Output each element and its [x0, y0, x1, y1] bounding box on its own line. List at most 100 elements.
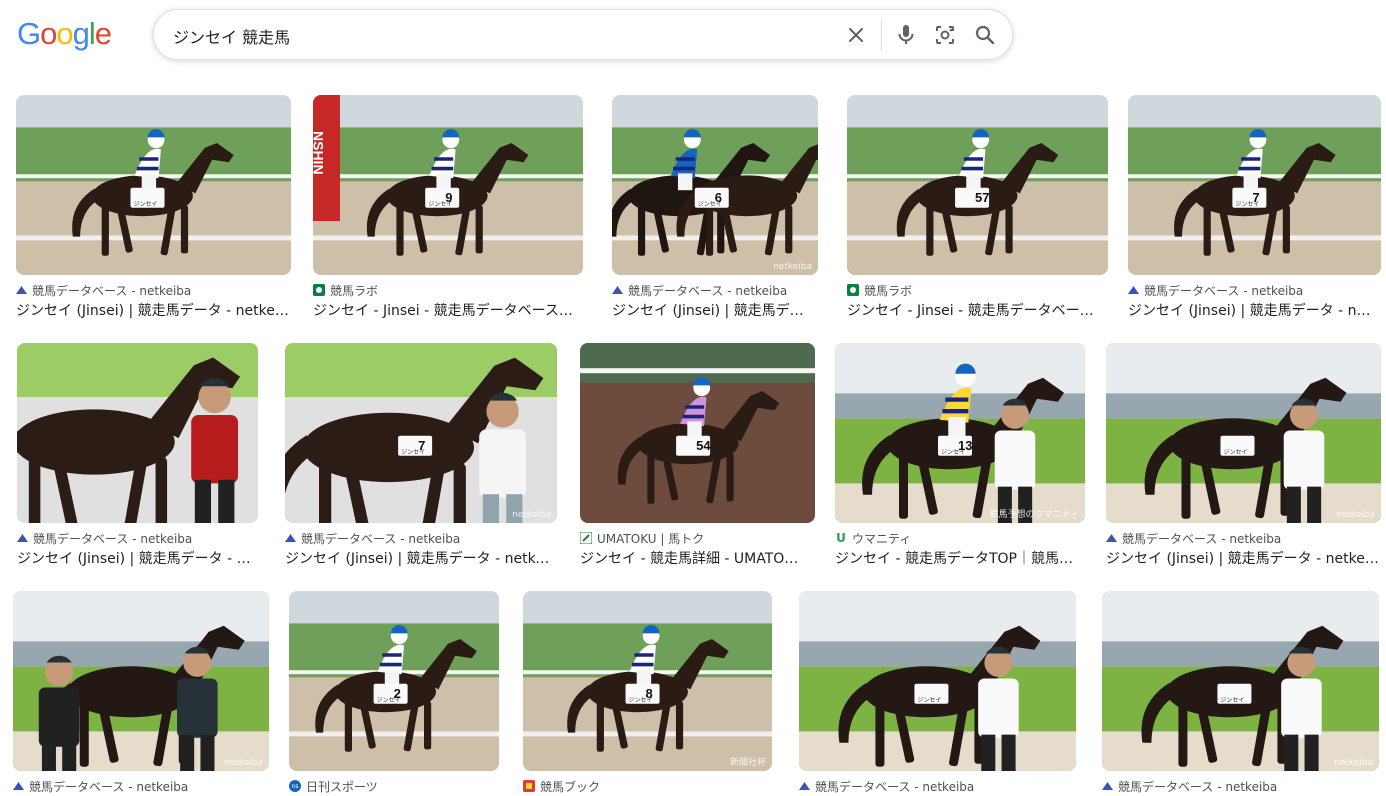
netkeiba-favicon-icon — [612, 286, 623, 294]
result-source-label: 競馬データベース - netkeiba — [29, 779, 189, 794]
thumbnail-image: 2ジンセイ — [289, 591, 499, 771]
thumbnail-image: ジンセイ netkeiba — [1102, 591, 1379, 771]
result-title[interactable]: ジンセイ - Jinsei - 競走馬データベー… — [847, 300, 1108, 320]
svg-text:ジンセイ: ジンセイ — [698, 201, 722, 208]
netkeiba-favicon-icon — [13, 782, 24, 790]
result-thumbnail[interactable]: netkeiba — [13, 591, 269, 771]
result-source[interactable]: ns 日刊スポーツ — [289, 778, 499, 794]
result-thumbnail[interactable]: ジンセイ — [799, 591, 1076, 771]
result-title[interactable]: ジンセイ - Jinsei - 競走馬データベース… — [313, 300, 583, 320]
result-thumbnail[interactable]: 9 ジンセイ NSHIN — [313, 95, 583, 275]
result-source[interactable]: 競馬ラボ — [847, 282, 1108, 298]
umatoku-favicon-icon — [580, 532, 592, 544]
svg-text:ジンセイ: ジンセイ — [377, 697, 401, 704]
result-title[interactable]: ジンセイ (Jinsei) | 競走馬データ - netke… — [285, 548, 557, 568]
result-thumbnail[interactable]: 8 ジンセイ 新聞社杯 — [523, 591, 772, 771]
thumbnail-image: ジンセイ netkeiba — [1106, 343, 1381, 523]
svg-text:ジンセイ: ジンセイ — [401, 449, 425, 456]
result-source-label: 競馬ラボ — [864, 283, 913, 298]
result-source[interactable]: 競馬データベース - netkeiba — [1106, 530, 1381, 546]
search-icon[interactable] — [972, 22, 998, 48]
svg-text:netkeiba: netkeiba — [224, 758, 263, 768]
result-title[interactable]: ジンセイ - 競走馬データTOP｜競馬… — [835, 548, 1085, 568]
nikkan-favicon-icon: ns — [289, 780, 301, 792]
close-icon[interactable] — [843, 22, 869, 48]
keibabook-favicon-icon — [523, 780, 535, 792]
result-thumbnail[interactable]: 6 ジンセイ netkeiba — [612, 95, 818, 275]
result-source-label: 競馬ブック — [540, 779, 601, 794]
microphone-icon[interactable] — [893, 22, 919, 48]
result-thumbnail[interactable]: ジンセイ — [16, 95, 291, 275]
svg-text:NSHIN: NSHIN — [313, 131, 326, 175]
result-source-label: 競馬データベース - netkeiba — [628, 283, 788, 298]
result-source-label: 日刊スポーツ — [306, 779, 378, 794]
result-thumbnail[interactable]: 7 ジンセイ netkeiba — [285, 343, 557, 523]
result-source-label: 競馬データベース - netkeiba — [815, 779, 975, 794]
result-source-label: 競馬ラボ — [330, 283, 379, 298]
google-logo[interactable]: Google — [17, 16, 112, 52]
svg-text:新聞社杯: 新聞社杯 — [730, 756, 766, 768]
thumbnail-image: 8ジンセイ新聞社杯 — [523, 591, 772, 771]
result-title[interactable]: ジンセイ (Jinsei) | 競走馬データ - n… — [1128, 300, 1381, 320]
result-source-label: ウマニティ — [852, 531, 912, 546]
netkeiba-favicon-icon — [16, 286, 27, 294]
result-title[interactable]: ジンセイ (Jinsei) | 競走馬データ - n… — [17, 548, 258, 568]
thumbnail-image: ジンセイ — [16, 95, 291, 275]
result-thumbnail[interactable]: 7 ジンセイ — [1128, 95, 1381, 275]
result-source-label: 競馬データベース - netkeiba — [33, 531, 193, 546]
logo-letter: o — [56, 16, 73, 51]
netkeiba-favicon-icon — [1102, 782, 1113, 790]
logo-letter: G — [17, 16, 41, 51]
result-thumbnail[interactable] — [17, 343, 258, 523]
netkeiba-favicon-icon — [17, 534, 28, 542]
result-thumbnail[interactable]: 54 — [580, 343, 815, 523]
svg-text:ジンセイ: ジンセイ — [1220, 697, 1244, 704]
result-source[interactable]: U ウマニティ — [835, 530, 1085, 546]
result-source[interactable]: 競馬データベース - netkeiba — [612, 282, 818, 298]
result-title[interactable]: ジンセイ (Jinsei) | 競走馬データ - netkei… — [16, 300, 291, 320]
svg-text:競馬予想のウマニティ: 競馬予想のウマニティ — [990, 508, 1079, 520]
umanity-favicon-icon: U — [836, 531, 846, 545]
svg-text:ジンセイ: ジンセイ — [428, 201, 452, 208]
result-source[interactable]: 競馬データベース - netkeiba — [13, 778, 269, 794]
logo-letter: g — [72, 16, 90, 51]
result-source[interactable]: 競馬データベース - netkeiba — [16, 282, 291, 298]
result-source[interactable]: 競馬ラボ — [313, 282, 583, 298]
thumbnail-image: 9ジンセイNSHIN — [313, 95, 583, 275]
result-source[interactable]: 競馬データベース - netkeiba — [799, 778, 1076, 794]
result-source[interactable]: 競馬データベース - netkeiba — [285, 530, 557, 546]
thumbnail-image: 13ジンセイ競馬予想のウマニティ — [835, 343, 1085, 523]
result-source[interactable]: UMATOKU | 馬トク — [580, 530, 815, 546]
result-source[interactable]: 競馬データベース - netkeiba — [17, 530, 258, 546]
svg-text:netkeiba: netkeiba — [1336, 510, 1375, 520]
thumbnail-image: 57 — [847, 95, 1108, 275]
result-source-label: 競馬データベース - netkeiba — [1118, 779, 1278, 794]
netkeiba-favicon-icon — [1128, 286, 1139, 294]
svg-text:netkeiba: netkeiba — [773, 262, 812, 272]
thumbnail-image: 6ジンセイnetkeiba — [612, 95, 818, 275]
result-source-label: 競馬データベース - netkeiba — [1144, 283, 1304, 298]
result-source[interactable]: 競馬ブック — [523, 778, 772, 794]
result-source[interactable]: 競馬データベース - netkeiba — [1102, 778, 1379, 794]
thumbnail-image: 7ジンセイnetkeiba — [285, 343, 557, 523]
svg-text:ジンセイ: ジンセイ — [917, 697, 941, 704]
result-thumbnail[interactable]: 2 ジンセイ — [289, 591, 499, 771]
netkeiba-favicon-icon — [799, 782, 810, 790]
result-source-label: UMATOKU | 馬トク — [597, 531, 705, 546]
svg-text:57: 57 — [975, 190, 989, 205]
svg-text:54: 54 — [696, 438, 711, 453]
netkeiba-favicon-icon — [285, 534, 296, 542]
search-input[interactable]: ジンセイ 競走馬 — [173, 24, 290, 48]
result-source-label: 競馬データベース - netkeiba — [32, 283, 192, 298]
camera-lens-icon[interactable] — [932, 22, 958, 48]
search-box[interactable]: ジンセイ 競走馬 — [153, 9, 1013, 60]
result-source[interactable]: 競馬データベース - netkeiba — [1128, 282, 1381, 298]
result-thumbnail[interactable]: 13 ジンセイ 競馬予想のウマニティ — [835, 343, 1085, 523]
result-thumbnail[interactable]: 57 — [847, 95, 1108, 275]
result-title[interactable]: ジンセイ (Jinsei) | 競走馬デ… — [612, 300, 818, 320]
result-title[interactable]: ジンセイ - 競走馬詳細 - UMATO… — [580, 548, 815, 568]
result-thumbnail[interactable]: ジンセイ netkeiba — [1102, 591, 1379, 771]
svg-text:ジンセイ: ジンセイ — [1224, 449, 1248, 456]
result-title[interactable]: ジンセイ (Jinsei) | 競走馬データ - netke… — [1106, 548, 1381, 568]
result-thumbnail[interactable]: ジンセイ netkeiba — [1106, 343, 1381, 523]
